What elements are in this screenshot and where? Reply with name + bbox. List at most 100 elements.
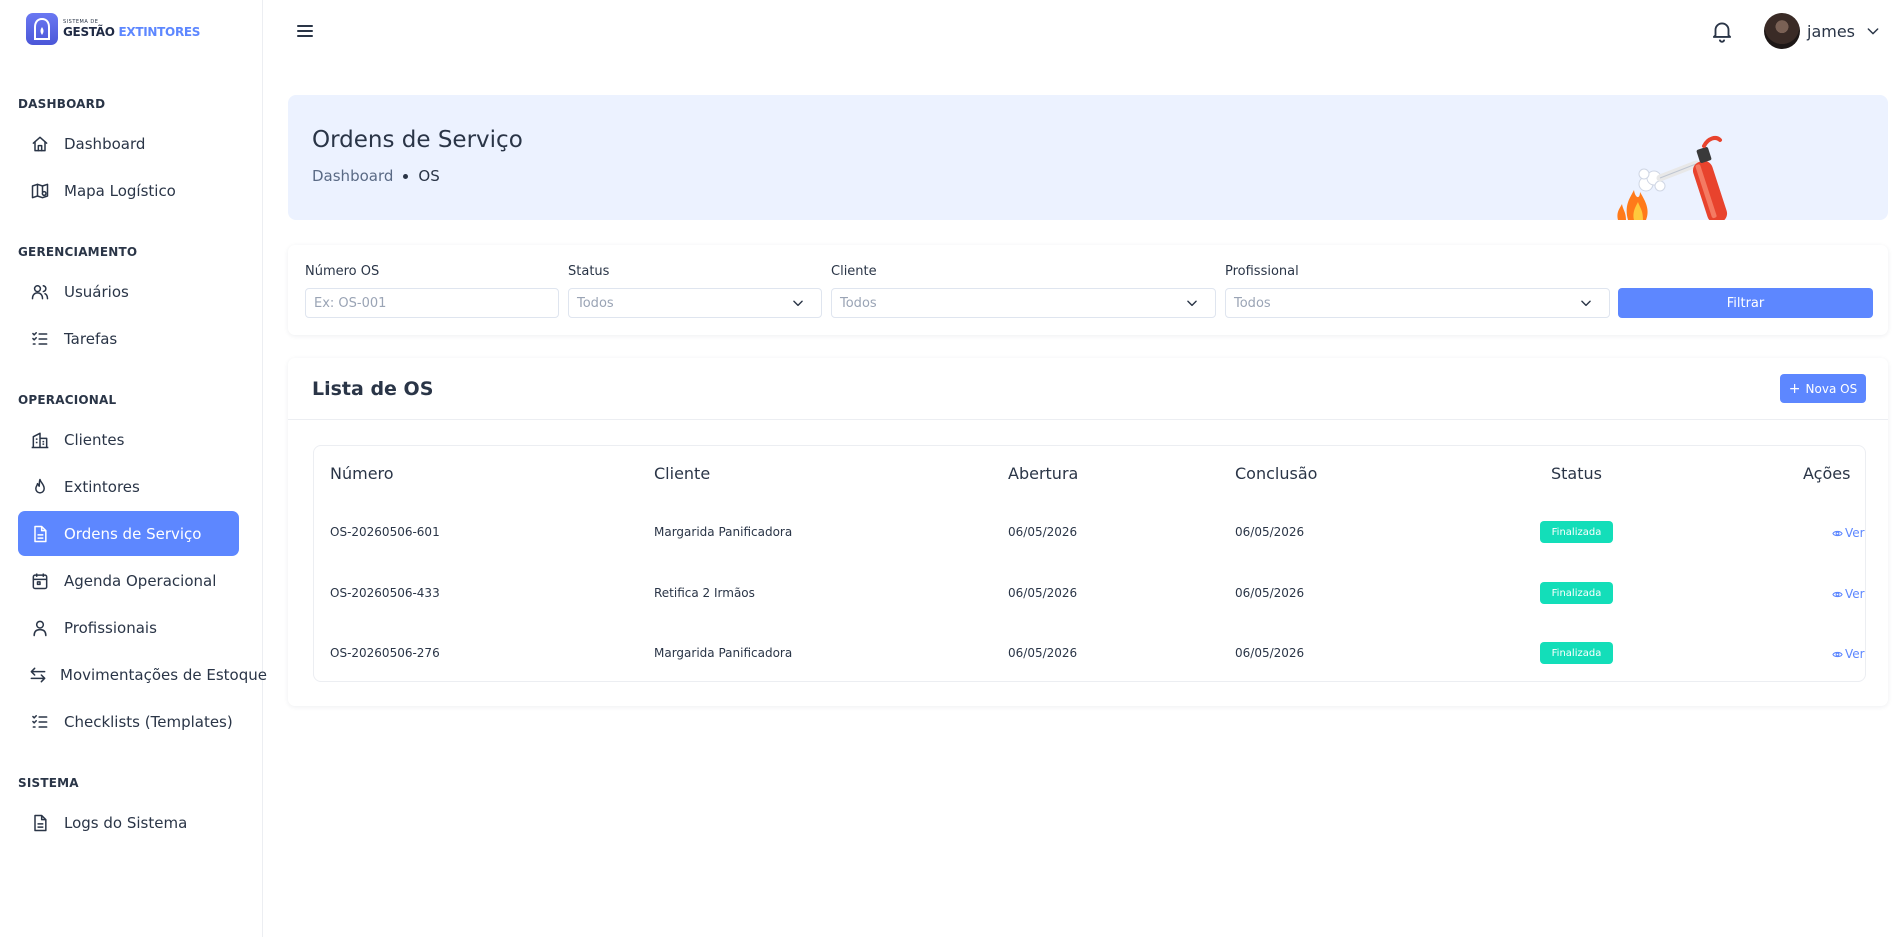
row-numero: OS-20260506-601 — [330, 525, 440, 539]
topbar: james — [264, 0, 1898, 62]
sidebar-item-tarefas[interactable]: Tarefas — [18, 316, 239, 361]
status-badge: Finalizada — [1540, 521, 1613, 543]
view-button-label: Ver — [1845, 647, 1865, 661]
column-header-conclusao: Conclusão — [1235, 464, 1318, 483]
breadcrumb-separator — [403, 173, 409, 179]
building-icon — [28, 428, 52, 452]
sidebar-item-profissionais[interactable]: Profissionais — [18, 605, 239, 650]
status-badge: Finalizada — [1540, 642, 1613, 664]
numero-os-label: Número OS — [305, 264, 380, 279]
os-list-title: Lista de OS — [312, 378, 434, 400]
chevron-down-icon — [1865, 23, 1881, 39]
cliente-select-value: Todos — [840, 295, 877, 311]
flame-icon — [28, 475, 52, 499]
logo-brand-main: GESTÃO — [63, 25, 115, 39]
chevron-down-icon — [791, 296, 805, 310]
status-badge: Finalizada — [1540, 582, 1613, 604]
breadcrumb-dashboard-link[interactable]: Dashboard — [312, 167, 393, 185]
page-banner: Ordens de Serviço Dashboard OS — [288, 95, 1888, 220]
sidebar-item-mapa-logistico[interactable]: Mapa Logístico — [18, 168, 239, 213]
sidebar-item-ordens-de-servico[interactable]: Ordens de Serviço — [18, 511, 239, 556]
map-icon — [28, 179, 52, 203]
sidebar: SISTEMA DE GESTÃO EXTINTORES DASHBOARD D… — [0, 0, 267, 937]
avatar — [1764, 13, 1800, 49]
row-cliente: Margarida Panificadora — [654, 646, 793, 660]
username: james — [1807, 21, 1856, 41]
row-abertura: 06/05/2026 — [1008, 525, 1078, 539]
sidebar-item-label: Movimentações de Estoque — [60, 665, 267, 684]
logo-brand-accent: EXTINTORES — [118, 25, 201, 39]
sidebar-item-label: Mapa Logístico — [64, 181, 176, 200]
row-conclusao: 06/05/2026 — [1235, 525, 1305, 539]
cliente-select[interactable]: Todos — [831, 288, 1216, 318]
row-numero: OS-20260506-276 — [330, 646, 440, 660]
section-dashboard: DASHBOARD — [18, 97, 106, 111]
sidebar-item-usuarios[interactable]: Usuários — [18, 269, 239, 314]
new-os-button[interactable]: + Nova OS — [1780, 374, 1866, 403]
sidebar-item-label: Checklists (Templates) — [64, 712, 233, 731]
chevron-down-icon — [1579, 296, 1593, 310]
section-operacional: OPERACIONAL — [18, 393, 117, 407]
table-row: OS-20260506-433 Retifica 2 Irmãos 06/05/… — [314, 574, 1865, 634]
sidebar-item-label: Ordens de Serviço — [64, 524, 202, 543]
status-label: Status — [568, 264, 610, 279]
profissional-label: Profissional — [1225, 264, 1299, 279]
file-text-icon — [28, 811, 52, 835]
sidebar-item-checklists[interactable]: Checklists (Templates) — [18, 699, 239, 744]
numero-os-input[interactable]: Ex: OS-001 — [305, 288, 559, 318]
sidebar-item-extintores[interactable]: Extintores — [18, 464, 239, 509]
user-menu[interactable]: james — [1764, 12, 1881, 50]
sidebar-item-label: Dashboard — [64, 134, 146, 153]
home-icon — [28, 132, 52, 156]
column-header-numero: Número — [330, 464, 394, 483]
view-button[interactable]: Ver — [1832, 647, 1865, 661]
view-button-label: Ver — [1845, 587, 1865, 601]
column-header-status: Status — [1551, 464, 1602, 483]
file-text-icon — [28, 522, 52, 546]
section-gerenciamento: GERENCIAMENTO — [18, 245, 138, 259]
page-title: Ordens de Serviço — [312, 127, 523, 153]
sidebar-item-clientes[interactable]: Clientes — [18, 417, 239, 462]
os-list-header: Lista de OS + Nova OS — [288, 358, 1888, 420]
profissional-select-value: Todos — [1234, 295, 1271, 311]
column-header-cliente: Cliente — [654, 464, 711, 483]
sidebar-item-label: Clientes — [64, 430, 125, 449]
row-abertura: 06/05/2026 — [1008, 646, 1078, 660]
sidebar-item-label: Profissionais — [64, 618, 157, 637]
new-os-button-label: Nova OS — [1805, 381, 1858, 396]
list-check-icon — [28, 710, 52, 734]
os-table: Número Cliente Abertura Conclusão Status… — [313, 445, 1866, 682]
menu-toggle-icon[interactable] — [292, 19, 318, 43]
view-button[interactable]: Ver — [1832, 587, 1865, 601]
view-button-label: Ver — [1845, 526, 1865, 540]
column-header-acoes: Ações — [1803, 464, 1851, 483]
breadcrumb-current: OS — [418, 167, 440, 185]
sidebar-item-label: Extintores — [64, 477, 140, 496]
profissional-select[interactable]: Todos — [1225, 288, 1610, 318]
logo-mark-icon — [26, 13, 58, 45]
list-check-icon — [28, 327, 52, 351]
logo-brand: GESTÃO EXTINTORES — [63, 26, 200, 38]
notification-bell-icon[interactable] — [1709, 18, 1735, 44]
table-row: OS-20260506-601 Margarida Panificadora 0… — [314, 513, 1865, 573]
breadcrumb: Dashboard OS — [312, 167, 440, 185]
sidebar-item-label: Tarefas — [64, 329, 118, 348]
sidebar-item-agenda-operacional[interactable]: Agenda Operacional — [18, 558, 239, 603]
users-icon — [28, 280, 52, 304]
app: SISTEMA DE GESTÃO EXTINTORES DASHBOARD D… — [0, 0, 1898, 937]
sidebar-item-dashboard[interactable]: Dashboard — [18, 121, 239, 166]
plus-icon: + — [1788, 380, 1801, 397]
row-numero: OS-20260506-433 — [330, 586, 440, 600]
chevron-down-icon — [1185, 296, 1199, 310]
status-select[interactable]: Todos — [568, 288, 822, 318]
cliente-label: Cliente — [831, 264, 877, 279]
sidebar-item-movimentacoes-de-estoque[interactable]: Movimentações de Estoque — [18, 652, 267, 697]
sidebar-item-label: Agenda Operacional — [64, 571, 217, 590]
logo[interactable]: SISTEMA DE GESTÃO EXTINTORES — [26, 12, 200, 46]
section-sistema: SISTEMA — [18, 776, 79, 790]
row-conclusao: 06/05/2026 — [1235, 646, 1305, 660]
sidebar-item-logs-do-sistema[interactable]: Logs do Sistema — [18, 800, 239, 845]
view-button[interactable]: Ver — [1832, 526, 1865, 540]
filter-button[interactable]: Filtrar — [1618, 288, 1873, 318]
row-abertura: 06/05/2026 — [1008, 586, 1078, 600]
